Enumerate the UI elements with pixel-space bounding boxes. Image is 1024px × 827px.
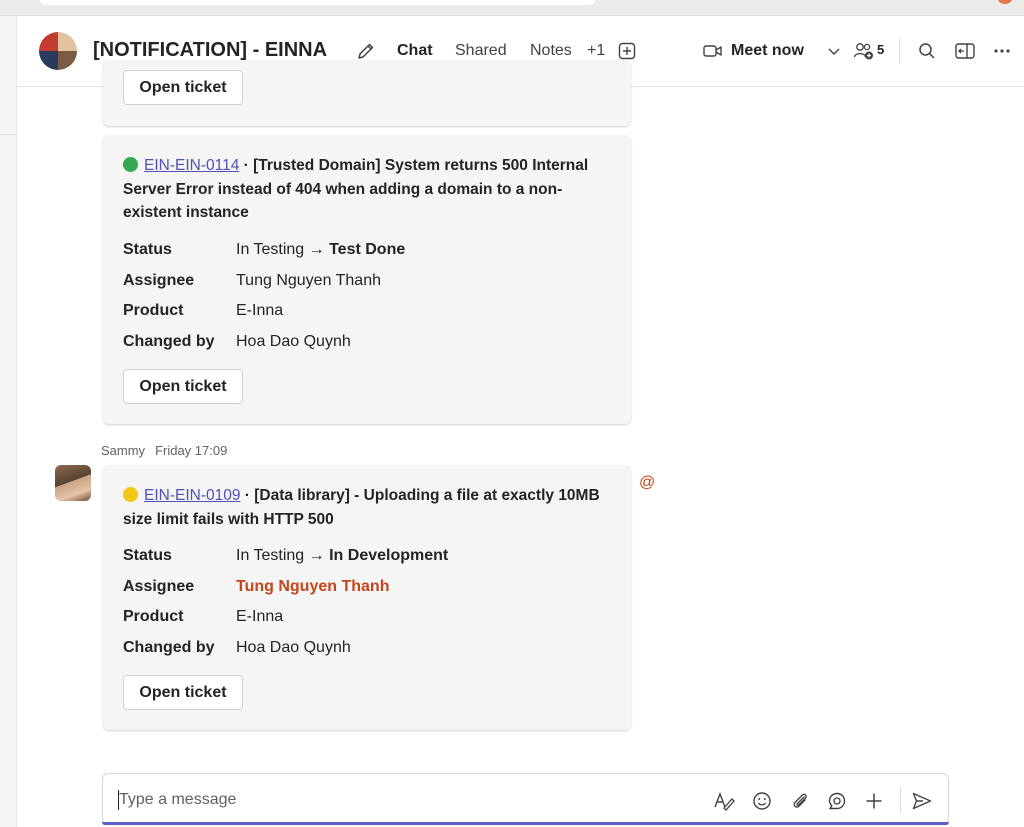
arrow: →	[304, 241, 330, 258]
ticket-link[interactable]: EIN-EIN-0109	[144, 487, 240, 504]
participant-count[interactable]: 5	[877, 42, 884, 57]
notification-dot	[998, 0, 1012, 4]
message-time: Friday 17:09	[155, 443, 228, 458]
attach-icon[interactable]	[789, 790, 811, 812]
people-icon[interactable]	[853, 40, 875, 62]
tab-shared[interactable]: Shared	[455, 42, 507, 60]
open-side-panel-icon[interactable]	[954, 40, 976, 62]
message-composer[interactable]: Type a message	[102, 773, 949, 825]
message-input-placeholder[interactable]: Type a message	[119, 791, 236, 809]
avatar-tile	[39, 51, 58, 70]
status-to: Test Done	[329, 241, 406, 258]
group-avatar[interactable]	[39, 32, 77, 70]
avatar-tile	[58, 32, 77, 51]
header-divider	[899, 38, 900, 64]
meet-now-label: Meet now	[731, 42, 804, 59]
emoji-icon[interactable]	[751, 790, 773, 812]
ticket-link[interactable]: EIN-EIN-0114	[144, 157, 239, 174]
avatar-tile	[39, 32, 58, 51]
composer-divider	[900, 786, 901, 814]
field-label: Status	[123, 241, 172, 258]
status-to: In Development	[329, 547, 449, 564]
meet-now-button[interactable]: Meet now	[703, 40, 804, 62]
field-value: E-Inna	[236, 302, 284, 319]
yellow-status-icon	[123, 487, 138, 502]
status-from: In Testing	[236, 241, 305, 258]
message-meta: Sammy Friday 17:09	[101, 443, 227, 458]
avatar[interactable]	[55, 465, 91, 501]
ticket-card-partial: Open ticket	[103, 60, 631, 126]
chat-title[interactable]: [NOTIFICATION] - EINNA	[93, 39, 327, 62]
composer-focus-line	[102, 822, 949, 825]
field-label: Status	[123, 547, 172, 564]
video-camera-icon	[703, 45, 722, 57]
field-value: Hoa Dao Quynh	[236, 333, 351, 350]
ticket-heading: EIN-EIN-0114 · [Trusted Domain] System r…	[123, 154, 618, 225]
arrow: →	[304, 547, 330, 564]
add-icon[interactable]	[863, 790, 885, 812]
more-tabs[interactable]: +1	[587, 42, 605, 60]
address-bar-edge	[40, 0, 595, 5]
open-ticket-button[interactable]: Open ticket	[123, 70, 243, 105]
mention-icon: @	[639, 474, 656, 491]
field-label: Product	[123, 608, 184, 625]
open-ticket-button[interactable]: Open ticket	[123, 369, 243, 404]
field-value: Hoa Dao Quynh	[236, 639, 351, 656]
status-from: In Testing	[236, 547, 305, 564]
field-value: Tung Nguyen Thanh	[236, 272, 381, 289]
field-label: Assignee	[123, 272, 195, 289]
field-label: Assignee	[123, 578, 195, 595]
add-tab-icon[interactable]	[616, 40, 638, 62]
tab-notes[interactable]: Notes	[530, 42, 572, 60]
format-icon[interactable]	[713, 790, 735, 812]
edit-pencil-icon[interactable]	[355, 40, 377, 62]
more-options-icon[interactable]	[991, 40, 1013, 62]
loop-icon[interactable]	[826, 790, 848, 812]
rail-divider	[0, 134, 16, 135]
tab-chat[interactable]: Chat	[397, 42, 433, 60]
separator: ·	[240, 487, 255, 504]
open-ticket-button[interactable]: Open ticket	[123, 675, 243, 710]
field-label: Changed by	[123, 333, 215, 350]
separator: ·	[239, 157, 254, 174]
send-icon[interactable]	[911, 790, 933, 812]
field-value-mention[interactable]: Tung Nguyen Thanh	[236, 578, 389, 596]
ticket-card: EIN-EIN-0114 · [Trusted Domain] System r…	[103, 135, 631, 424]
green-status-icon	[123, 157, 138, 172]
chevron-down-icon[interactable]	[823, 40, 845, 62]
left-rail	[0, 16, 17, 827]
ticket-heading: EIN-EIN-0109 · [Data library] - Uploadin…	[123, 484, 618, 531]
field-label: Product	[123, 302, 184, 319]
field-label: Changed by	[123, 639, 215, 656]
sender-name[interactable]: Sammy	[101, 443, 145, 458]
ticket-card: EIN-EIN-0109 · [Data library] - Uploadin…	[103, 465, 631, 730]
browser-top-strip	[0, 0, 1024, 16]
field-value: In Testing → In Development	[236, 547, 448, 565]
avatar-tile	[58, 51, 77, 70]
field-value: In Testing → Test Done	[236, 241, 405, 259]
search-icon[interactable]	[916, 40, 938, 62]
field-value: E-Inna	[236, 608, 284, 625]
